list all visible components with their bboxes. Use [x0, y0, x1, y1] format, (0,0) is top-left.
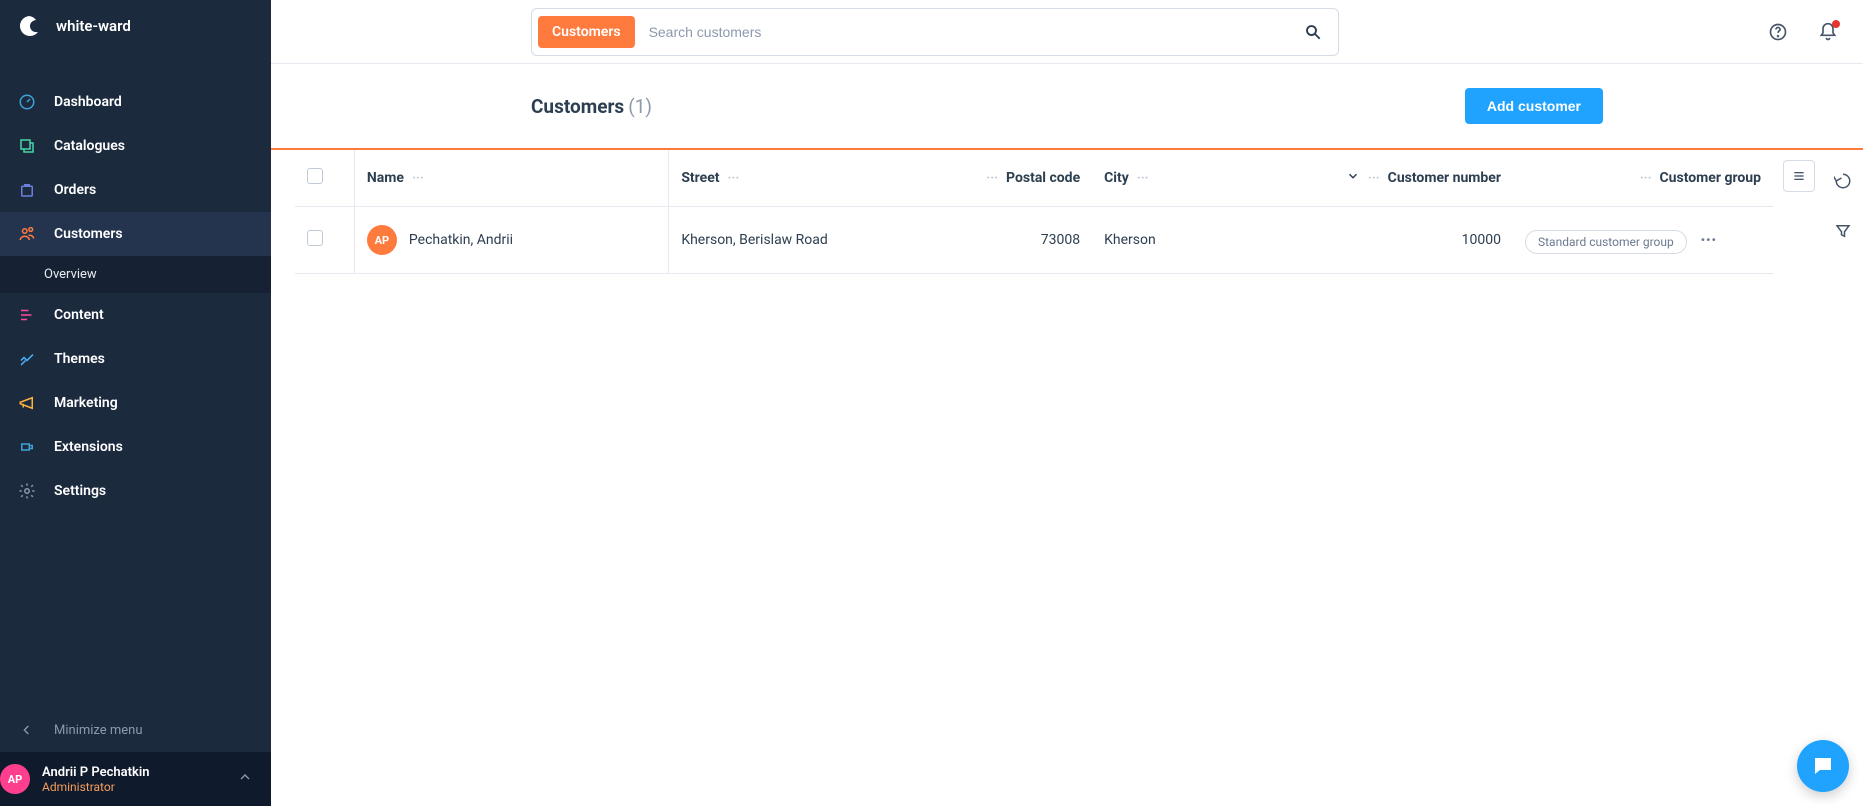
main: Customers Customers (1) Add customer [271, 0, 1863, 806]
minimize-icon [18, 721, 36, 739]
search-input[interactable] [635, 24, 1302, 40]
search-bar: Customers [531, 8, 1339, 56]
nav-catalogues[interactable]: Catalogues [0, 124, 271, 168]
col-street-menu-icon[interactable]: ··· [728, 171, 740, 186]
col-group-label: Customer group [1660, 170, 1761, 186]
row-name: Pechatkin, Andrii [409, 232, 513, 248]
nav-marketing-label: Marketing [54, 395, 118, 411]
orders-icon [18, 181, 36, 199]
page-count: (1) [628, 95, 652, 118]
row-city-cell: Kherson [1092, 207, 1250, 274]
user-bar[interactable]: AP Andrii P Pechatkin Administrator [0, 752, 271, 806]
nav-orders-label: Orders [54, 182, 96, 198]
col-number-label: Customer number [1388, 170, 1501, 186]
col-checkbox-header [295, 150, 354, 207]
nav-content[interactable]: Content [0, 293, 271, 337]
customers-table: Name ··· Street ··· ··· Postal code City ··· [295, 150, 1773, 274]
nav-dashboard[interactable]: Dashboard [0, 80, 271, 124]
nav-catalogues-label: Catalogues [54, 138, 125, 154]
help-icon[interactable] [1767, 21, 1789, 43]
table-row[interactable]: AP Pechatkin, Andrii Kherson, Berislaw R… [295, 207, 1773, 274]
minimize-menu[interactable]: Minimize menu [0, 708, 271, 752]
notifications-icon[interactable] [1817, 21, 1839, 43]
col-number-sort-icon[interactable] [1346, 169, 1360, 187]
col-street-label: Street [681, 170, 719, 186]
search-icon[interactable] [1302, 21, 1324, 43]
brand: white-ward [0, 0, 271, 52]
topbar-actions [1767, 21, 1839, 43]
add-customer-button[interactable]: Add customer [1465, 88, 1603, 124]
col-name-label: Name [367, 170, 404, 186]
col-group-header[interactable]: ··· Customer group [1513, 150, 1773, 207]
row-postal-cell: 73008 [894, 207, 1092, 274]
col-postal-header[interactable]: ··· Postal code [894, 150, 1092, 207]
notification-dot [1832, 20, 1840, 28]
col-street-header[interactable]: Street ··· [669, 150, 894, 207]
row-name-cell: AP Pechatkin, Andrii [354, 207, 668, 274]
row-group-cell: Standard customer group ··· [1513, 207, 1773, 274]
row-number-cell: 10000 [1251, 207, 1513, 274]
row-checkbox-cell [295, 207, 354, 274]
page-header: Customers (1) Add customer [271, 64, 1863, 150]
col-city-menu-icon[interactable]: ··· [1137, 171, 1149, 186]
user-chevron-icon [237, 769, 253, 789]
table-area: Name ··· Street ··· ··· Postal code City ··· [271, 150, 1863, 806]
search-scope-tag[interactable]: Customers [538, 16, 635, 48]
dashboard-icon [18, 93, 36, 111]
topbar: Customers [271, 0, 1863, 64]
user-role: Administrator [42, 780, 149, 794]
columns-settings-button[interactable] [1783, 160, 1815, 192]
row-checkbox[interactable] [307, 230, 323, 246]
settings-icon [18, 482, 36, 500]
nav-orders[interactable]: Orders [0, 168, 271, 212]
row-avatar: AP [367, 225, 397, 255]
col-postal-menu-icon[interactable]: ··· [986, 171, 998, 186]
nav-extensions[interactable]: Extensions [0, 425, 271, 469]
col-city-header[interactable]: City ··· [1092, 150, 1250, 207]
nav-settings-label: Settings [54, 483, 106, 499]
chat-bubble-button[interactable] [1797, 740, 1849, 792]
row-street-cell: Kherson, Berislaw Road [669, 207, 894, 274]
page-title: Customers [531, 95, 624, 118]
nav-content-label: Content [54, 307, 104, 323]
nav: Dashboard Catalogues Orders Customers [0, 52, 271, 708]
filter-icon[interactable] [1832, 220, 1854, 242]
group-badge: Standard customer group [1525, 230, 1687, 254]
user-name: Andrii P Pechatkin [42, 765, 149, 780]
user-avatar: AP [0, 764, 30, 794]
marketing-icon [18, 394, 36, 412]
right-rail [1823, 150, 1863, 806]
themes-icon [18, 350, 36, 368]
customers-icon [18, 225, 36, 243]
brand-name: white-ward [56, 17, 131, 35]
refresh-icon[interactable] [1832, 170, 1854, 192]
nav-marketing[interactable]: Marketing [0, 381, 271, 425]
nav-themes[interactable]: Themes [0, 337, 271, 381]
nav-customers-overview-label: Overview [44, 267, 97, 282]
nav-settings[interactable]: Settings [0, 469, 271, 513]
nav-customers-overview[interactable]: Overview [0, 256, 271, 293]
nav-customers[interactable]: Customers [0, 212, 271, 256]
col-number-header[interactable]: ··· Customer number [1251, 150, 1513, 207]
nav-themes-label: Themes [54, 351, 105, 367]
col-postal-label: Postal code [1006, 170, 1080, 186]
col-name-header[interactable]: Name ··· [354, 150, 668, 207]
col-city-label: City [1104, 170, 1129, 186]
minimize-label: Minimize menu [54, 723, 143, 738]
nav-customers-label: Customers [54, 226, 123, 242]
content-icon [18, 306, 36, 324]
catalogues-icon [18, 137, 36, 155]
sidebar: white-ward Dashboard Catalogues Orders [0, 0, 271, 806]
col-number-menu-icon[interactable]: ··· [1368, 171, 1380, 186]
user-info: Andrii P Pechatkin Administrator [42, 765, 149, 794]
col-name-menu-icon[interactable]: ··· [412, 171, 424, 186]
row-actions-icon[interactable]: ··· [1690, 230, 1726, 251]
brand-logo-icon [18, 14, 42, 38]
nav-dashboard-label: Dashboard [54, 94, 122, 110]
select-all-checkbox[interactable] [307, 168, 323, 184]
extensions-icon [18, 438, 36, 456]
col-group-menu-icon[interactable]: ··· [1640, 171, 1652, 186]
nav-extensions-label: Extensions [54, 439, 123, 455]
